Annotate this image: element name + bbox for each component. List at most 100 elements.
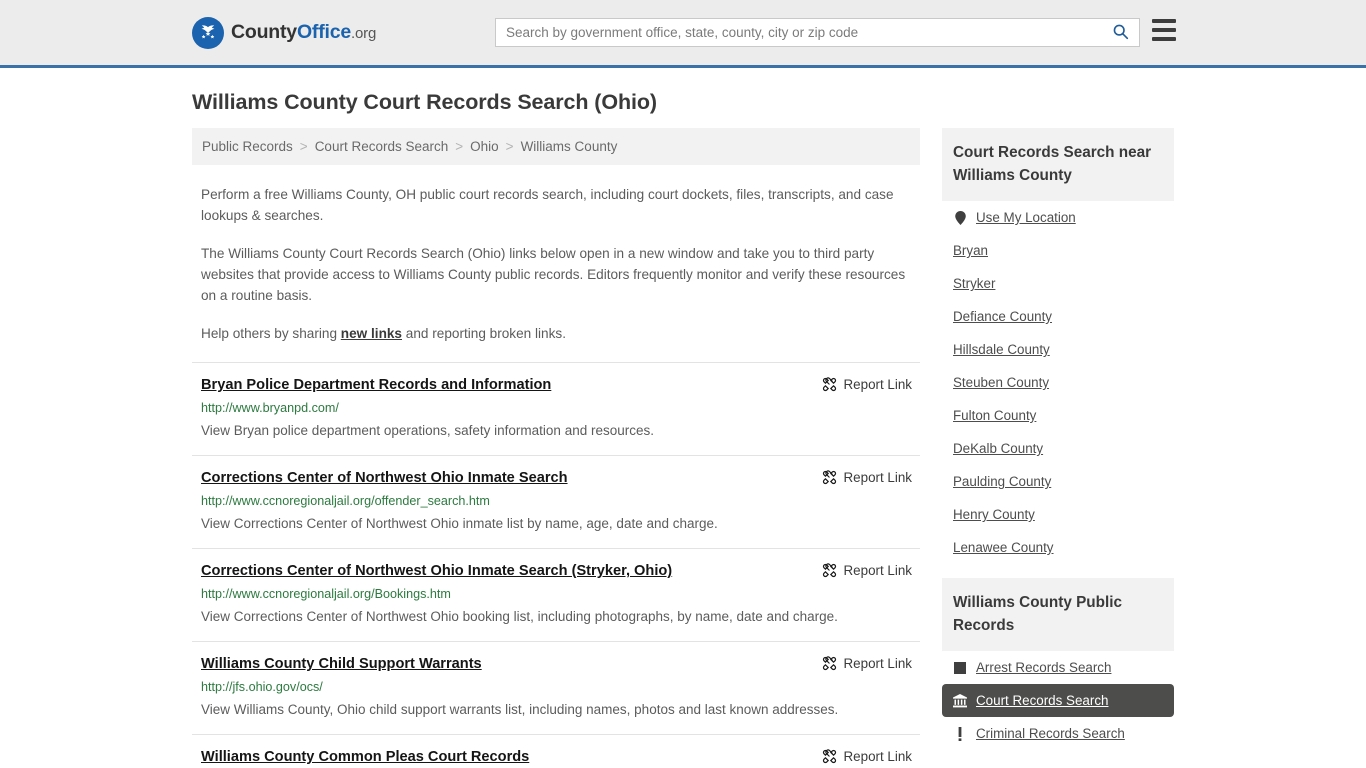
logo-office: Office <box>296 21 352 43</box>
site-logo[interactable]: CountyOffice.org <box>192 16 376 49</box>
report-link-button[interactable]: Report Link <box>822 376 912 392</box>
sidebar-item-label[interactable]: Defiance County <box>953 309 1052 324</box>
result-title-link[interactable]: Corrections Center of Northwest Ohio Inm… <box>201 562 672 581</box>
report-link-button[interactable]: Report Link <box>822 469 912 485</box>
broken-link-icon <box>822 749 837 764</box>
nearby-search-box: Court Records Search near Williams Count… <box>942 128 1174 564</box>
breadcrumb-item[interactable]: Court Records Search <box>315 139 449 154</box>
hamburger-bar <box>1152 37 1176 41</box>
search-bar <box>495 18 1140 47</box>
breadcrumb-item[interactable]: Williams County <box>521 139 618 154</box>
eagle-seal-icon <box>192 16 224 49</box>
sidebar-item-label[interactable]: Arrest Records Search <box>976 660 1111 675</box>
sidebar-item-paulding-county[interactable]: Paulding County <box>942 465 1174 498</box>
sidebar-item-stryker[interactable]: Stryker <box>942 267 1174 300</box>
sidebar-item-label[interactable]: Use My Location <box>976 210 1076 225</box>
result-description: View Corrections Center of Northwest Ohi… <box>201 609 838 624</box>
hamburger-bar <box>1152 19 1176 23</box>
report-link-label: Report Link <box>843 656 912 671</box>
broken-link-icon <box>822 377 837 392</box>
sidebar-item-label[interactable]: Criminal Records Search <box>976 726 1125 741</box>
nearby-search-heading: Court Records Search near Williams Count… <box>942 128 1174 201</box>
sidebar-item-label[interactable]: Fulton County <box>953 408 1036 423</box>
result-title-link[interactable]: Corrections Center of Northwest Ohio Inm… <box>201 469 568 488</box>
result-url[interactable]: http://www.ccnoregionaljail.org/offender… <box>201 492 912 510</box>
report-link-label: Report Link <box>843 749 912 764</box>
site-logo-text: CountyOffice.org <box>231 21 376 44</box>
sidebar-item-label[interactable]: Hillsdale County <box>953 342 1050 357</box>
result-header: Williams County Child Support Warrants Re… <box>201 655 912 674</box>
sidebar-item-henry-county[interactable]: Henry County <box>942 498 1174 531</box>
report-link-label: Report Link <box>843 377 912 392</box>
sidebar-item-label[interactable]: Stryker <box>953 276 995 291</box>
report-link-label: Report Link <box>843 470 912 485</box>
sidebar-item-lenawee-county[interactable]: Lenawee County <box>942 531 1174 564</box>
sidebar-item-arrest-records-search[interactable]: Arrest Records Search <box>942 651 1174 684</box>
sidebar-item-label[interactable]: DeKalb County <box>953 441 1043 456</box>
result-header: Corrections Center of Northwest Ohio Inm… <box>201 469 912 488</box>
result-url[interactable]: http://www.bryanpd.com/ <box>201 399 912 417</box>
result-title-link[interactable]: Williams County Common Pleas Court Recor… <box>201 748 529 767</box>
result-header: Bryan Police Department Records and Info… <box>201 376 912 395</box>
search-input[interactable] <box>496 19 1101 46</box>
sidebar-item-steuben-county[interactable]: Steuben County <box>942 366 1174 399</box>
hamburger-bar <box>1152 28 1176 32</box>
sidebar-item-label[interactable]: Paulding County <box>953 474 1051 489</box>
result-item: Williams County Common Pleas Court Recor… <box>192 734 920 768</box>
report-link-button[interactable]: Report Link <box>822 655 912 671</box>
breadcrumb-item[interactable]: Ohio <box>470 139 499 154</box>
search-button[interactable] <box>1101 19 1139 46</box>
result-url[interactable]: http://www.ccnoregionaljail.org/Bookings… <box>201 585 912 603</box>
main-column: Public Records > Court Records Search > Ohio… <box>192 128 920 768</box>
result-header: Corrections Center of Northwest Ohio Inm… <box>201 562 912 581</box>
breadcrumb: Public Records > Court Records Search > Ohio… <box>192 128 920 165</box>
breadcrumb-separator: > <box>505 139 514 154</box>
content-columns: Public Records > Court Records Search > Ohio… <box>192 128 1174 768</box>
report-link-button[interactable]: Report Link <box>822 748 912 764</box>
result-item: Williams County Child Support Warrants Re… <box>192 641 920 734</box>
result-item: Bryan Police Department Records and Info… <box>192 362 920 455</box>
sidebar-item-hillsdale-county[interactable]: Hillsdale County <box>942 333 1174 366</box>
page-container: Williams County Court Records Search (Oh… <box>0 90 1366 768</box>
sidebar-item-label[interactable]: Court Records Search <box>976 693 1108 708</box>
intro-p3-after: and reporting broken links. <box>402 326 566 341</box>
intro-text: Perform a free Williams County, OH publi… <box>192 184 920 344</box>
breadcrumb-item[interactable]: Public Records <box>202 139 293 154</box>
result-item: Corrections Center of Northwest Ohio Inm… <box>192 548 920 641</box>
public-records-heading: Williams County Public Records <box>942 578 1174 651</box>
sidebar-item-use-my-location[interactable]: Use My Location <box>942 201 1174 234</box>
sidebar-item-label[interactable]: Henry County <box>953 507 1035 522</box>
report-link-label: Report Link <box>843 563 912 578</box>
intro-paragraph-3: Help others by sharing new links and rep… <box>192 323 920 344</box>
sidebar-item-dekalb-county[interactable]: DeKalb County <box>942 432 1174 465</box>
result-description: View Corrections Center of Northwest Ohi… <box>201 516 718 531</box>
result-title-link[interactable]: Williams County Child Support Warrants <box>201 655 482 674</box>
sidebar-item-label[interactable]: Steuben County <box>953 375 1049 390</box>
result-item: Corrections Center of Northwest Ohio Inm… <box>192 455 920 548</box>
result-title-link[interactable]: Bryan Police Department Records and Info… <box>201 376 551 395</box>
sidebar-item-label[interactable]: Lenawee County <box>953 540 1054 555</box>
breadcrumb-separator: > <box>455 139 464 154</box>
result-url[interactable]: http://jfs.ohio.gov/ocs/ <box>201 678 912 696</box>
new-links-link[interactable]: new links <box>341 326 402 341</box>
sidebar-item-fulton-county[interactable]: Fulton County <box>942 399 1174 432</box>
report-link-button[interactable]: Report Link <box>822 562 912 578</box>
sidebar-item-label[interactable]: Bryan <box>953 243 988 258</box>
nearby-search-list: Use My Location Bryan Stryker Defiance Coun… <box>942 201 1174 564</box>
hamburger-menu-icon[interactable] <box>1152 19 1176 41</box>
sidebar-item-court-records-search[interactable]: Court Records Search <box>942 684 1174 717</box>
courthouse-icon <box>953 693 967 708</box>
sidebar-item-criminal-records-search[interactable]: Criminal Records Search <box>942 717 1174 750</box>
sidebar-item-bryan[interactable]: Bryan <box>942 234 1174 267</box>
sidebar-item-defiance-county[interactable]: Defiance County <box>942 300 1174 333</box>
result-description: View Bryan police department operations,… <box>201 423 654 438</box>
marker-icon <box>953 726 967 741</box>
broken-link-icon <box>822 656 837 671</box>
map-pin-icon <box>953 210 967 225</box>
results-list: Bryan Police Department Records and Info… <box>192 362 920 768</box>
result-description: View Williams County, Ohio child support… <box>201 702 839 717</box>
site-header: CountyOffice.org <box>0 0 1366 68</box>
logo-county: County <box>231 21 297 43</box>
broken-link-icon <box>822 563 837 578</box>
broken-link-icon <box>822 470 837 485</box>
